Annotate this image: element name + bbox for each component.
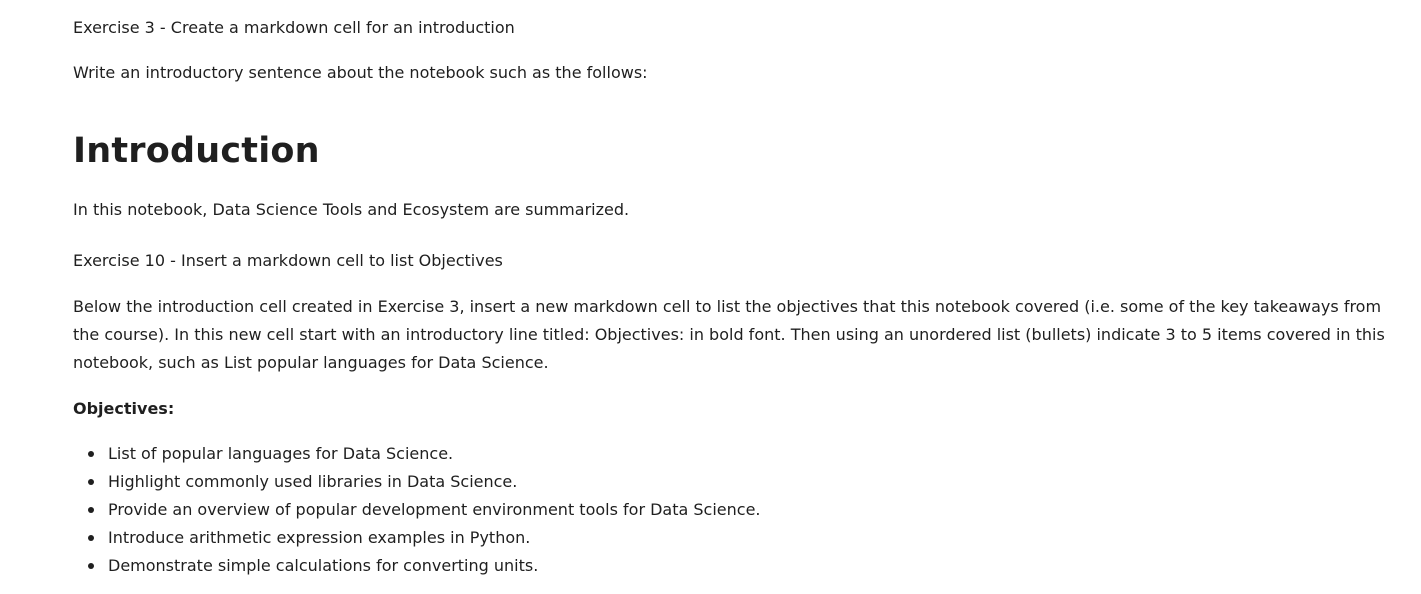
introduction-text: In this notebook, Data Science Tools and… <box>73 200 630 219</box>
exercise-3-title: Exercise 3 - Create a markdown cell for … <box>73 18 515 37</box>
objective-text: Provide an overview of popular developme… <box>108 500 761 519</box>
exercise-3-instruction: Write an introductory sentence about the… <box>73 63 648 82</box>
objective-item: Demonstrate simple calculations for conv… <box>73 552 761 580</box>
objectives-label: Objectives: <box>73 399 175 418</box>
objective-text: Introduce arithmetic expression examples… <box>108 528 531 547</box>
introduction-heading: Introduction <box>73 131 320 171</box>
objective-text: Highlight commonly used libraries in Dat… <box>108 472 518 491</box>
bullet-icon <box>88 535 94 541</box>
bullet-icon <box>88 563 94 569</box>
objective-item: Provide an overview of popular developme… <box>73 496 761 524</box>
objective-item: Highlight commonly used libraries in Dat… <box>73 468 761 496</box>
exercise-10-title: Exercise 10 - Insert a markdown cell to … <box>73 251 503 270</box>
bullet-icon <box>88 507 94 513</box>
objective-item: List of popular languages for Data Scien… <box>73 440 761 468</box>
objective-text: List of popular languages for Data Scien… <box>108 444 454 463</box>
bullet-icon <box>88 479 94 485</box>
objectives-list: List of popular languages for Data Scien… <box>73 440 761 580</box>
bullet-icon <box>88 451 94 457</box>
objective-text: Demonstrate simple calculations for conv… <box>108 556 539 575</box>
objective-item: Introduce arithmetic expression examples… <box>73 524 761 552</box>
exercise-10-instruction: Below the introduction cell created in E… <box>73 297 1385 372</box>
